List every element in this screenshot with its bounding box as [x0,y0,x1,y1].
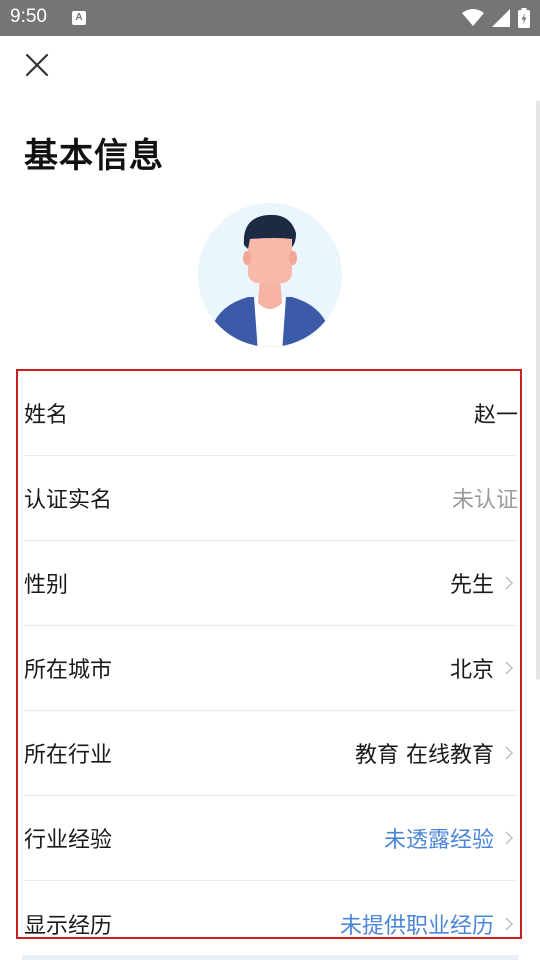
row-real-name-verification[interactable]: 认证实名 未认证 [24,456,518,541]
row-industry-experience[interactable]: 行业经验 未透露经验 [24,796,518,881]
cell-signal-icon [492,9,510,27]
row-label: 认证实名 [24,488,113,513]
row-value: 未认证 [451,488,518,513]
row-show-experience[interactable]: 显示经历 未提供职业经历 [24,881,518,939]
status-time: 9:50 [10,6,47,27]
notification-a-icon: A [72,11,86,25]
next-section-edge [22,955,518,960]
chevron-right-icon [500,912,518,936]
chevron-right-icon [500,571,518,595]
row-label: 行业经验 [24,828,113,853]
avatar-illustration [198,203,342,347]
page-title: 基本信息 [24,136,164,176]
row-label: 性别 [24,573,69,598]
row-industry[interactable]: 所在行业 教育 在线教育 [24,711,518,796]
chevron-right-icon [500,826,518,850]
profile-info-list: 姓名 赵一 认证实名 未认证 性别 先生 所在城市 北京 所在行业 教育 在线教… [16,369,522,939]
row-city[interactable]: 所在城市 北京 [24,626,518,711]
row-value: 教育 在线教育 [355,743,494,768]
chevron-right-icon [500,656,518,680]
close-button[interactable] [22,50,52,80]
row-value: 未透露经验 [383,828,494,853]
chevron-right-icon [500,741,518,765]
row-label: 显示经历 [24,913,113,939]
row-label: 所在行业 [24,743,113,768]
row-name[interactable]: 姓名 赵一 [24,371,518,456]
scrollbar[interactable] [536,100,540,680]
row-label: 姓名 [24,403,69,428]
row-value: 先生 [449,573,494,598]
battery-icon [518,8,530,28]
row-label: 所在城市 [24,658,113,683]
wifi-icon [462,9,484,26]
status-bar: 9:50 A [0,0,540,36]
status-icons [462,7,530,29]
close-icon [25,53,49,77]
row-gender[interactable]: 性别 先生 [24,541,518,626]
avatar[interactable] [198,203,342,347]
row-value: 北京 [449,658,494,683]
row-value: 未提供职业经历 [339,913,494,939]
row-value: 赵一 [473,403,518,428]
